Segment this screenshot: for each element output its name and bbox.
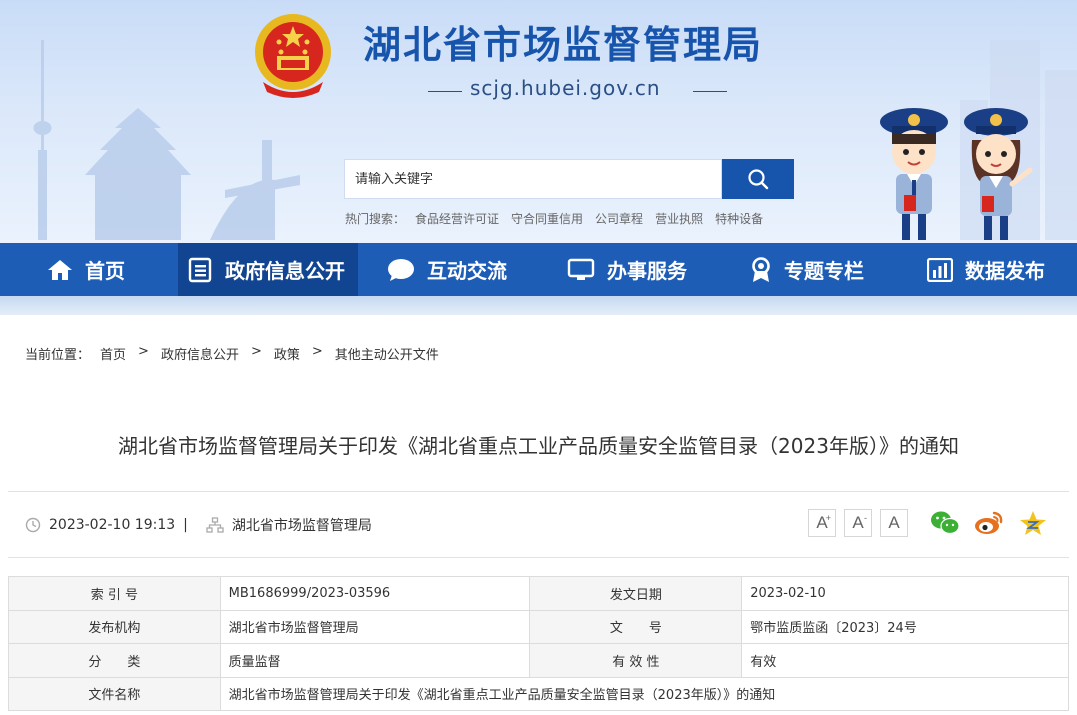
font-button-label: A bbox=[852, 513, 864, 532]
nav-item-label: 数据发布 bbox=[965, 259, 1045, 283]
clock-icon bbox=[25, 517, 41, 533]
info-key: 文件名称 bbox=[8, 676, 221, 711]
org-structure-icon bbox=[206, 517, 224, 533]
meta-divider-line bbox=[8, 557, 1069, 558]
info-key: 发文日期 bbox=[529, 576, 743, 611]
breadcrumb-item[interactable]: 首页 bbox=[100, 344, 126, 363]
breadcrumb-item[interactable]: 政策 bbox=[274, 344, 300, 363]
breadcrumb-separator: > bbox=[250, 344, 262, 359]
badge-icon bbox=[750, 256, 772, 283]
info-key: 分 类 bbox=[8, 643, 221, 678]
search-icon bbox=[748, 169, 769, 190]
nav-item-services[interactable]: 办事服务 bbox=[567, 243, 707, 296]
info-value: 湖北省市场监督管理局关于印发《湖北省重点工业产品质量安全监管目录（2023年版）… bbox=[219, 676, 1070, 711]
site-domain: scjg.hubei.gov.cn bbox=[470, 76, 661, 100]
meta-divider: | bbox=[183, 517, 188, 533]
hot-search-item[interactable]: 公司章程 bbox=[595, 210, 643, 227]
main-nav: 首页 政府信息公开 互动交流 办事服务 专题专栏 数据发布 bbox=[0, 243, 1077, 296]
hot-search-item[interactable]: 守合同重信用 bbox=[511, 210, 583, 227]
weibo-icon bbox=[975, 511, 1003, 534]
nav-item-interaction[interactable]: 互动交流 bbox=[387, 243, 527, 296]
nav-item-home[interactable]: 首页 bbox=[47, 243, 167, 296]
chat-bubble-icon bbox=[387, 258, 415, 282]
national-emblem-logo bbox=[255, 14, 331, 98]
font-button-sup: + bbox=[825, 513, 831, 523]
bar-chart-icon bbox=[927, 257, 953, 282]
nav-item-gov-info[interactable]: 政府信息公开 bbox=[178, 243, 358, 296]
domain-divider-right bbox=[693, 91, 727, 92]
search-button[interactable] bbox=[722, 159, 794, 199]
table-row: 文件名称 湖北省市场监督管理局关于印发《湖北省重点工业产品质量安全监管目录（20… bbox=[8, 676, 1070, 711]
nav-item-label: 互动交流 bbox=[427, 259, 507, 283]
breadcrumb: 当前位置： 首页 > 政府信息公开 > 政策 > 其他主动公开文件 bbox=[25, 344, 439, 363]
font-reset-button[interactable]: A bbox=[880, 509, 908, 537]
info-key: 有 效 性 bbox=[529, 643, 743, 678]
table-row: 索 引 号 MB1686999/2023-03596 发文日期 2023-02-… bbox=[8, 576, 1069, 611]
info-key: 文 号 bbox=[529, 609, 743, 644]
domain-divider-left bbox=[428, 91, 462, 92]
header-banner: 湖北省市场监督管理局 scjg.hubei.gov.cn 热门搜索： 食品经营许… bbox=[0, 0, 1077, 243]
monitor-icon bbox=[567, 258, 595, 282]
nav-item-label: 办事服务 bbox=[607, 259, 687, 283]
breadcrumb-separator: > bbox=[311, 344, 323, 359]
site-title: 湖北省市场监督管理局 bbox=[363, 23, 764, 67]
font-button-label: A bbox=[888, 513, 900, 532]
breadcrumb-spacer bbox=[90, 344, 100, 363]
share-weibo-button[interactable] bbox=[974, 508, 1004, 538]
font-decrease-button[interactable]: A- bbox=[844, 509, 872, 537]
info-key: 索 引 号 bbox=[8, 576, 221, 611]
share-wechat-button[interactable] bbox=[930, 508, 960, 538]
document-info-table: 索 引 号 MB1686999/2023-03596 发文日期 2023-02-… bbox=[8, 576, 1070, 711]
breadcrumb-item[interactable]: 政府信息公开 bbox=[161, 344, 239, 363]
article-title: 湖北省市场监督管理局关于印发《湖北省重点工业产品质量安全监管目录（2023年版）… bbox=[118, 434, 959, 458]
article-meta: 2023-02-10 19:13 | 湖北省市场监督管理局 bbox=[25, 513, 372, 537]
info-value: 有效 bbox=[741, 643, 1069, 678]
document-list-icon bbox=[187, 257, 213, 283]
search-box bbox=[344, 159, 722, 199]
breadcrumb-label: 当前位置： bbox=[25, 348, 91, 363]
info-value: 湖北省市场监督管理局 bbox=[219, 609, 531, 644]
nav-item-topics[interactable]: 专题专栏 bbox=[750, 243, 890, 296]
qzone-icon bbox=[1020, 511, 1046, 535]
info-value: 质量监督 bbox=[219, 643, 531, 678]
title-divider bbox=[8, 491, 1069, 492]
nav-item-label: 首页 bbox=[85, 259, 125, 283]
hot-search-item[interactable]: 食品经营许可证 bbox=[415, 210, 499, 227]
info-value: 鄂市监质监函〔2023〕24号 bbox=[741, 609, 1069, 644]
hot-search-label: 热门搜索： bbox=[345, 212, 406, 226]
info-value: MB1686999/2023-03596 bbox=[219, 576, 531, 611]
hot-search-item[interactable]: 营业执照 bbox=[655, 210, 703, 227]
breadcrumb-separator: > bbox=[138, 344, 149, 359]
inspector-mascots-illustration bbox=[880, 108, 1033, 240]
info-key: 发布机构 bbox=[8, 609, 221, 644]
home-icon bbox=[47, 258, 73, 282]
publish-datetime: 2023-02-10 19:13 bbox=[49, 517, 176, 533]
article-source: 湖北省市场监督管理局 bbox=[231, 518, 372, 534]
share-buttons bbox=[930, 508, 1062, 538]
hot-searches: 热门搜索： 食品经营许可证 守合同重信用 公司章程 营业执照 特种设备 bbox=[345, 210, 775, 227]
font-size-controls: A + A- A bbox=[808, 509, 916, 537]
nav-item-label: 专题专栏 bbox=[784, 259, 864, 283]
search-input[interactable] bbox=[355, 171, 721, 187]
info-value: 2023-02-10 bbox=[741, 576, 1069, 611]
font-increase-button[interactable]: A + bbox=[808, 509, 836, 537]
wechat-icon bbox=[931, 511, 960, 535]
breadcrumb-item[interactable]: 其他主动公开文件 bbox=[335, 344, 439, 363]
nav-shadow-band bbox=[0, 296, 1077, 315]
share-qzone-button[interactable] bbox=[1018, 508, 1048, 538]
nav-item-data-release[interactable]: 数据发布 bbox=[927, 243, 1067, 296]
table-row: 发布机构 湖北省市场监督管理局 文 号 鄂市监质监函〔2023〕24号 bbox=[8, 609, 1069, 644]
table-row: 分 类 质量监督 有 效 性 有效 bbox=[8, 643, 1069, 678]
nav-item-label: 政府信息公开 bbox=[225, 259, 345, 283]
page: 湖北省市场监督管理局 scjg.hubei.gov.cn 热门搜索： 食品经营许… bbox=[0, 0, 1077, 715]
hot-search-item[interactable]: 特种设备 bbox=[715, 210, 763, 227]
font-button-sup: - bbox=[864, 513, 867, 523]
